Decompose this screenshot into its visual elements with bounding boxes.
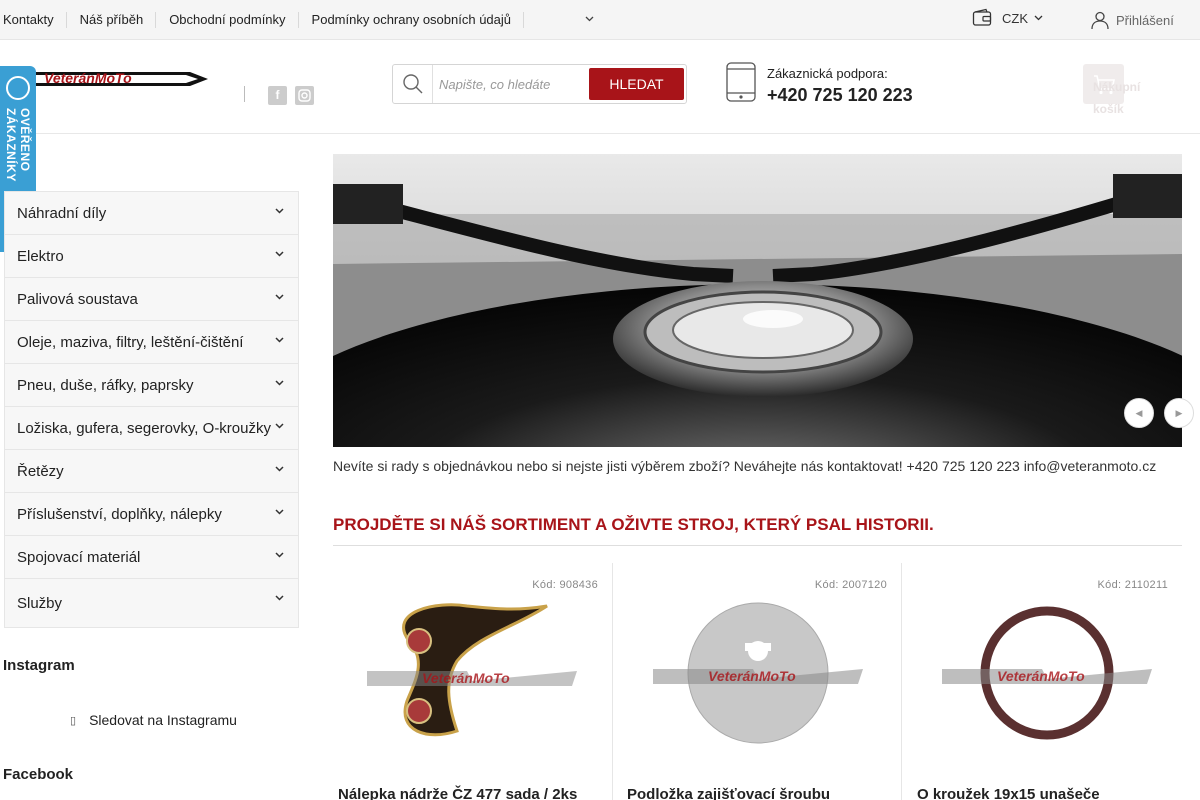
product-image: VeteránMoTo: [653, 602, 863, 744]
category-item[interactable]: Služby: [5, 579, 298, 627]
currency-label: CZK: [1002, 10, 1028, 26]
product-name[interactable]: Podložka zajišťovací šroubu: [627, 786, 830, 800]
link-podminky-ochrany[interactable]: Podmínky ochrany osobních údajů: [309, 12, 525, 28]
category-label: Palivová soustava: [17, 290, 138, 308]
cart-label[interactable]: Nákupní košík: [1093, 76, 1143, 120]
header-divider: [0, 133, 1200, 134]
site-logo[interactable]: VeteránMoTo: [30, 68, 210, 90]
category-item[interactable]: Náhradní díly: [5, 192, 298, 235]
chevron-down-icon[interactable]: [585, 14, 594, 25]
divider: [244, 86, 245, 102]
verified-seal-icon: [6, 76, 30, 100]
category-item[interactable]: Ložiska, gufera, segerovky, O-kroužky: [5, 407, 298, 450]
instagram-heading: Instagram: [3, 657, 75, 674]
category-item[interactable]: Spojovací materiál: [5, 536, 298, 579]
section-divider: [333, 545, 1182, 546]
chevron-down-icon: [275, 595, 284, 601]
hero-banner[interactable]: [333, 154, 1182, 447]
top-bar: Kontakty Náš příběh Obchodní podmínky Po…: [0, 0, 1200, 40]
banner-next-button[interactable]: ▶: [1164, 398, 1194, 428]
chevron-down-icon: [275, 337, 284, 343]
banner-prev-button[interactable]: ◀: [1124, 398, 1154, 428]
link-kontakty[interactable]: Kontakty: [0, 12, 67, 28]
instagram-icon[interactable]: [295, 86, 314, 105]
login-label: Přihlášení: [1116, 12, 1174, 28]
search-icon: [393, 65, 433, 103]
category-item[interactable]: Příslušenství, doplňky, nálepky: [5, 493, 298, 536]
category-item[interactable]: Palivová soustava: [5, 278, 298, 321]
instagram-icon: ▯: [70, 714, 77, 727]
search-box: HLEDAT: [392, 64, 687, 104]
product-name[interactable]: Nálepka nádrže ČZ 477 sada / 2ks: [338, 786, 577, 800]
user-icon: [1091, 11, 1109, 30]
section-title: Projděte si náš sortiment a oživte stroj…: [333, 515, 934, 534]
svg-text:VeteránMoTo: VeteránMoTo: [997, 668, 1085, 684]
contact-notice: Nevíte si rady s objednávkou nebo si nej…: [333, 458, 1157, 474]
chevron-down-icon: [1034, 13, 1043, 23]
support-phone[interactable]: +420 725 120 223: [767, 85, 913, 106]
currency-selector[interactable]: CZK: [972, 8, 1043, 28]
search-input[interactable]: [439, 74, 579, 94]
svg-text:VeteránMoTo: VeteránMoTo: [708, 668, 796, 684]
chevron-down-icon: [275, 294, 284, 300]
chevron-down-icon: [275, 466, 284, 472]
category-label: Pneu, duše, ráfky, paprsky: [17, 376, 194, 394]
product-image: VeteránMoTo: [367, 603, 577, 737]
category-label: Příslušenství, doplňky, nálepky: [17, 505, 222, 523]
chevron-down-icon: [275, 208, 284, 214]
chevron-down-icon: [275, 552, 284, 558]
wallet-icon: [972, 8, 992, 26]
category-item[interactable]: Řetězy: [5, 450, 298, 493]
category-label: Služby: [17, 594, 63, 612]
category-label: Elektro: [17, 247, 64, 265]
product-image: VeteránMoTo: [942, 606, 1152, 740]
chevron-down-icon: [275, 251, 284, 257]
category-item[interactable]: Oleje, maziva, filtry, leštění-čištění: [5, 321, 298, 364]
category-label: Spojovací materiál: [17, 548, 141, 566]
svg-text:VeteránMoTo: VeteránMoTo: [422, 670, 510, 686]
link-nas-pribeh[interactable]: Náš příběh: [77, 12, 157, 28]
chevron-down-icon: [275, 509, 284, 515]
link-obchodni-podminky[interactable]: Obchodní podmínky: [166, 12, 299, 28]
category-label: Náhradní díly: [17, 204, 107, 222]
category-label: Řetězy: [17, 462, 64, 480]
category-label: Ložiska, gufera, segerovky, O-kroužky: [17, 419, 271, 437]
instagram-follow-label: Sledovat na Instagramu: [89, 712, 237, 728]
top-links: Kontakty Náš příběh Obchodní podmínky Po…: [0, 0, 594, 40]
product-card[interactable]: Kód: 2110211 VeteránMoTo O kroužek 19x15…: [902, 563, 1182, 800]
category-label: Oleje, maziva, filtry, leštění-čištění: [17, 333, 244, 351]
login-link[interactable]: Přihlášení: [1090, 10, 1174, 30]
svg-text:VeteránMoTo: VeteránMoTo: [44, 70, 132, 86]
instagram-follow-link[interactable]: ▯ Sledovat na Instagramu: [70, 712, 237, 728]
phone-icon: [726, 62, 756, 102]
product-card[interactable]: Kód: 2007120 VeteránMoTo Podložka zajišť…: [613, 563, 902, 800]
category-item[interactable]: Pneu, duše, ráfky, paprsky: [5, 364, 298, 407]
facebook-icon[interactable]: f: [268, 86, 287, 105]
category-menu: Náhradní díly Elektro Palivová soustava …: [4, 191, 299, 628]
motorcycle-photo: [333, 154, 1182, 447]
chevron-down-icon: [275, 423, 284, 429]
product-name[interactable]: O kroužek 19x15 unašeče: [917, 786, 1100, 800]
category-item[interactable]: Elektro: [5, 235, 298, 278]
product-card[interactable]: Kód: 908436 VeteránMoTo Nálepka nádrže Č…: [333, 563, 613, 800]
chevron-down-icon: [275, 380, 284, 386]
support-label: Zákaznická podpora:: [767, 66, 888, 81]
facebook-heading: Facebook: [3, 766, 74, 783]
search-button[interactable]: HLEDAT: [589, 68, 684, 100]
